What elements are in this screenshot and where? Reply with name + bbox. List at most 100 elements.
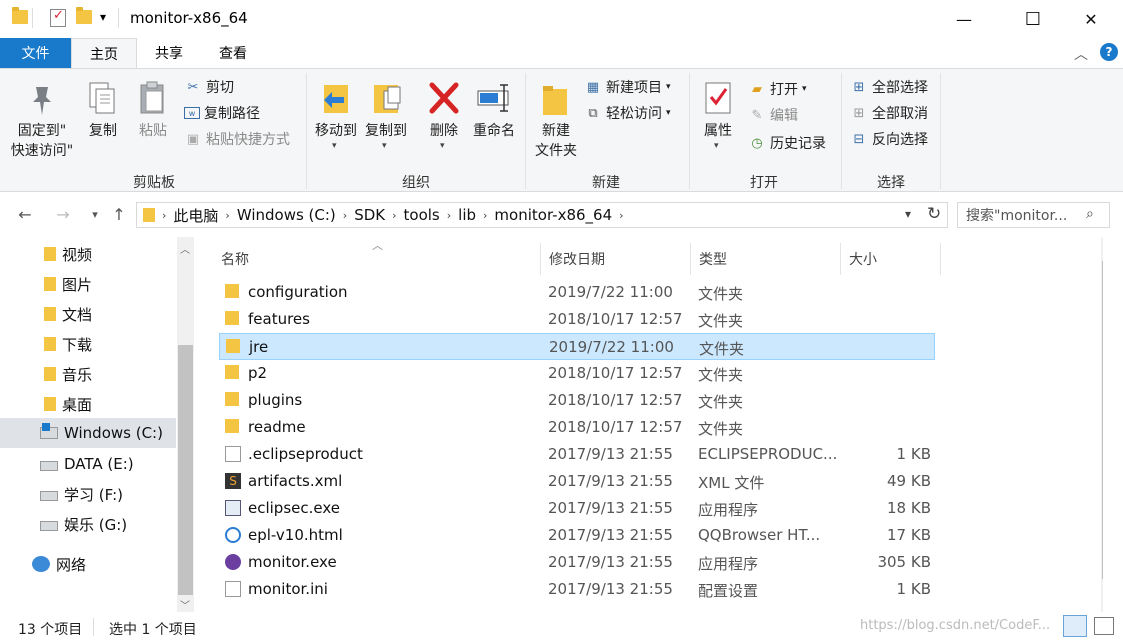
edit-icon: ✎ [751,107,763,123]
quick-access-dropdown-icon[interactable]: ▾ [100,10,106,24]
address-bar[interactable]: › 此电脑 › Windows (C:) › SDK › tools › lib… [136,202,948,228]
chevron-right-icon[interactable]: › [225,209,229,222]
search-input[interactable]: 搜索"monitor... ⌕ [957,202,1110,228]
nav-item-videos[interactable]: 视频 [0,239,176,269]
nav-item-study-f[interactable]: 学习 (F:) [0,479,176,509]
large-icons-view-icon[interactable] [1094,617,1114,635]
column-header-size[interactable]: 大小 [841,243,941,275]
paste-button[interactable]: 粘贴 [130,77,176,147]
tab-view[interactable]: 查看 [201,38,265,68]
scrollbar-thumb[interactable] [178,345,193,595]
column-header-date[interactable]: 修改日期 [541,243,691,275]
table-row[interactable]: p2 2018/10/17 12:57 文件夹 [219,360,935,387]
column-header-name[interactable]: 名称 [213,243,541,275]
table-row[interactable]: readme 2018/10/17 12:57 文件夹 [219,414,935,441]
select-all-button[interactable]: ⊞ 全部选择 [850,75,928,99]
nav-item-windows-c[interactable]: Windows (C:) [0,418,176,448]
chevron-right-icon[interactable]: › [392,209,396,222]
delete-button[interactable]: 删除 ▾ [422,77,466,161]
table-row[interactable]: Sartifacts.xml 2017/9/13 21:55 XML 文件 49 KB [219,468,935,495]
table-row[interactable]: plugins 2018/10/17 12:57 文件夹 [219,387,935,414]
nav-item-pictures[interactable]: 图片 [0,269,176,299]
breadcrumb-this-pc[interactable]: 此电脑 [173,205,218,226]
file-type: 文件夹 [698,312,744,330]
maximize-button[interactable]: ☐ [1010,0,1056,38]
new-folder-label-1: 新建 [542,123,570,139]
breadcrumb-lib[interactable]: lib [458,206,476,224]
scroll-up-icon[interactable]: ︿ [180,241,190,256]
table-row[interactable]: features 2018/10/17 12:57 文件夹 [219,306,935,333]
recent-locations-chevron-icon[interactable]: ▾ [84,203,106,225]
close-button[interactable]: ✕ [1068,0,1114,38]
file-name: plugins [248,391,303,409]
properties-quick-icon[interactable]: ✓ [50,8,66,27]
properties-button[interactable]: 属性 ▾ [696,77,740,161]
table-row[interactable]: eclipsec.exe 2017/9/13 21:55 应用程序 18 KB [219,495,935,522]
column-header-type[interactable]: 类型 [691,243,841,275]
breadcrumb-drive-c[interactable]: Windows (C:) [237,206,336,224]
invert-selection-button[interactable]: ⊟ 反向选择 [850,127,928,151]
help-icon[interactable]: ? [1100,43,1118,61]
tab-share[interactable]: 共享 [137,38,201,68]
search-icon[interactable]: ⌕ [1086,206,1094,222]
drive-icon [40,461,58,471]
collapse-ribbon-icon[interactable]: ︿ [1074,44,1088,64]
scroll-down-icon[interactable]: ﹀ [180,597,190,612]
chevron-right-icon[interactable]: › [483,209,487,222]
new-folder-button[interactable]: 新建 文件夹 [530,77,582,167]
history-button[interactable]: ◷ 历史记录 [748,131,826,155]
nav-scrollbar[interactable]: ︿ ﹀ [177,237,194,612]
breadcrumb-current[interactable]: monitor-x86_64 [494,206,612,224]
chevron-right-icon[interactable]: › [447,209,451,222]
breadcrumb-tools[interactable]: tools [404,206,440,224]
nav-item-downloads[interactable]: 下载 [0,329,176,359]
copy-to-button[interactable]: 复制到 ▾ [362,77,410,161]
nav-item-entertainment-g[interactable]: 娱乐 (G:) [0,509,176,539]
new-item-button[interactable]: ▦ 新建项目 ▾ [584,75,671,99]
nav-item-desktop[interactable]: 桌面 [0,389,176,419]
address-history-chevron-icon[interactable]: ▾ [905,207,911,221]
open-button[interactable]: ▰ 打开 ▾ [748,77,807,101]
copy-button[interactable]: 复制 [80,77,126,147]
refresh-icon[interactable]: ↻ [927,204,941,224]
back-arrow-icon[interactable]: ← [14,203,36,225]
minimize-button[interactable]: — [941,0,987,38]
select-group-label: 选择 [877,175,905,191]
copy-path-button[interactable]: w 复制路径 [184,101,260,125]
chevron-right-icon[interactable]: › [619,209,623,222]
chevron-right-icon[interactable]: › [162,209,166,222]
paste-shortcut-label: 粘贴快捷方式 [206,132,290,148]
folder-icon [226,339,240,353]
nav-item-music[interactable]: 音乐 [0,359,176,389]
table-row[interactable]: .eclipseproduct 2017/9/13 21:55 ECLIPSEPRO… [219,441,935,468]
file-list-scrollbar[interactable]: ︿ ﹀ [1101,237,1103,612]
file-type: 文件夹 [698,285,744,303]
new-folder-quick-icon[interactable] [76,7,92,24]
table-row[interactable]: epl-v10.html 2017/9/13 21:55 QQBrowser HT.… [219,522,935,549]
select-none-button[interactable]: ⊞ 全部取消 [850,101,928,125]
edit-button[interactable]: ✎ 编辑 [748,103,798,127]
cut-button[interactable]: ✂ 剪切 [184,75,234,99]
forward-arrow-icon[interactable]: → [52,203,74,225]
move-to-button[interactable]: 移动到 ▾ [312,77,360,161]
tab-file[interactable]: 文件 [0,38,71,68]
music-folder-icon [44,367,56,381]
details-view-icon[interactable] [1063,615,1087,637]
table-row[interactable]: jre 2019/7/22 11:00 文件夹 [219,333,935,360]
scrollbar-thumb[interactable] [1102,261,1103,579]
paste-icon [138,81,168,115]
paste-shortcut-button[interactable]: ▣ 粘贴快捷方式 [184,127,290,151]
nav-item-data-e[interactable]: DATA (E:) [0,449,176,479]
tab-home[interactable]: 主页 [71,38,137,68]
nav-item-network[interactable]: 网络 [0,549,176,579]
table-row[interactable]: configuration 2019/7/22 11:00 文件夹 [219,279,935,306]
table-row[interactable]: monitor.exe 2017/9/13 21:55 应用程序 305 KB [219,549,935,576]
pin-quick-access-button[interactable]: 固定到" 快速访问" [8,77,76,167]
chevron-right-icon[interactable]: › [343,209,347,222]
breadcrumb-sdk[interactable]: SDK [354,206,385,224]
table-row[interactable]: monitor.ini 2017/9/13 21:55 配置设置 1 KB [219,576,935,603]
up-arrow-icon[interactable]: ↑ [108,203,130,225]
easy-access-button[interactable]: ⧉ 轻松访问 ▾ [584,101,670,125]
nav-item-documents[interactable]: 文档 [0,299,176,329]
rename-button[interactable]: 重命名 [468,77,520,147]
